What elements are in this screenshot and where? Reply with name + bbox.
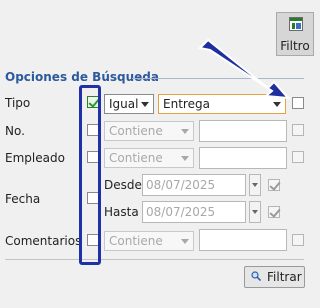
chevron-down-icon	[181, 156, 189, 161]
fecha-hasta-label: Hasta	[104, 205, 139, 219]
magnifier-icon	[251, 271, 261, 281]
fecha-hasta-dropdown[interactable]	[249, 201, 261, 223]
empleado-label: Empleado	[5, 151, 65, 165]
no-operator-select[interactable]: Contiene	[104, 121, 194, 141]
chevron-down-icon	[141, 102, 149, 107]
fecha-desde-dropdown[interactable]	[249, 174, 261, 196]
tipo-label: Tipo	[5, 96, 31, 110]
comentarios-operator-select[interactable]: Contiene	[104, 231, 194, 251]
chevron-down-icon	[181, 239, 189, 244]
chevron-down-icon	[252, 210, 258, 214]
annotation-arrow-icon	[197, 38, 291, 100]
comentarios-value-input[interactable]	[199, 229, 287, 251]
chevron-down-icon	[273, 102, 281, 107]
filter-panel-icon	[289, 17, 303, 31]
highlight-rectangle	[79, 85, 101, 265]
bottom-divider	[5, 259, 304, 260]
empleado-extra-checkbox[interactable]	[292, 151, 304, 163]
search-options-legend: Opciones de Búsqueda	[5, 70, 159, 84]
chevron-down-icon	[181, 129, 189, 134]
comentarios-operator-value: Contiene	[109, 234, 163, 248]
fecha-hasta-checkbox[interactable]	[268, 206, 280, 218]
fecha-desde-label: Desde	[104, 178, 142, 192]
chevron-down-icon	[252, 183, 258, 187]
no-operator-value: Contiene	[109, 124, 163, 138]
comentarios-label: Comentarios	[5, 234, 82, 248]
no-value-input[interactable]	[199, 120, 287, 142]
empleado-value-input[interactable]	[199, 147, 287, 169]
fecha-label: Fecha	[5, 192, 41, 206]
fecha-desde-checkbox[interactable]	[268, 179, 280, 191]
comentarios-extra-checkbox[interactable]	[292, 234, 304, 246]
fecha-desde-input[interactable]: 08/07/2025	[142, 174, 246, 196]
empleado-operator-value: Contiene	[109, 151, 163, 165]
filtrar-button-label: Filtrar	[267, 270, 302, 284]
filtrar-button[interactable]: Filtrar	[244, 266, 305, 288]
no-extra-checkbox[interactable]	[292, 124, 304, 136]
empleado-operator-select[interactable]: Contiene	[104, 148, 194, 168]
tipo-operator-value: Igual	[109, 97, 139, 111]
tipo-operator-select[interactable]: Igual	[104, 94, 154, 114]
fecha-hasta-input[interactable]: 08/07/2025	[142, 201, 246, 223]
no-label: No.	[5, 124, 25, 138]
